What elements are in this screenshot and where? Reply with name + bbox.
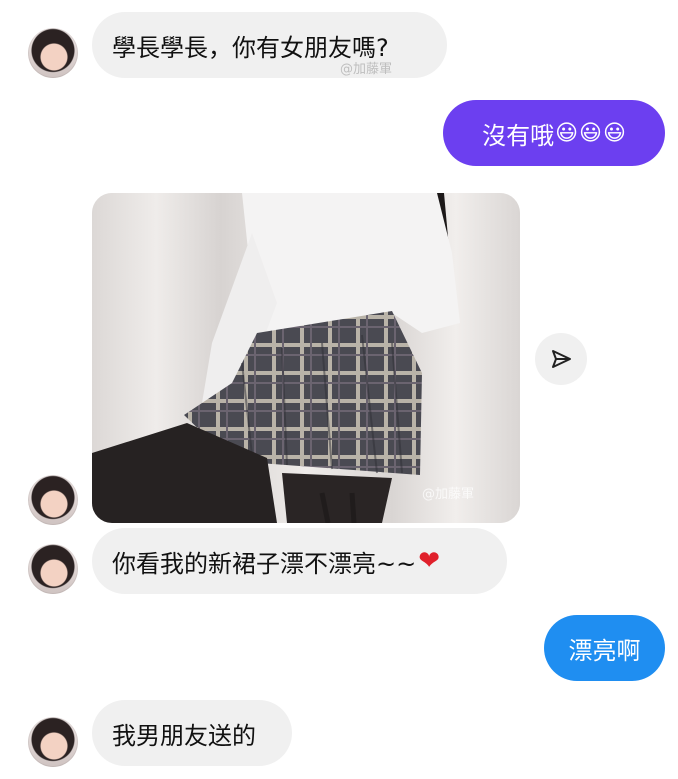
avatar[interactable] bbox=[28, 717, 78, 767]
message-text: 沒有哦 bbox=[482, 121, 555, 150]
avatar[interactable] bbox=[28, 28, 78, 78]
smile-emoji-icon: 😃 bbox=[602, 120, 626, 146]
incoming-message[interactable]: 學長學長，你有女朋友嗎? bbox=[92, 12, 447, 78]
send-icon bbox=[552, 350, 571, 368]
smile-emoji-icon: 😃 bbox=[579, 120, 602, 146]
avatar[interactable] bbox=[28, 544, 78, 594]
message-text: 我男朋友送的 bbox=[112, 721, 256, 750]
avatar[interactable] bbox=[28, 475, 78, 525]
smile-emoji-icon: 😃 bbox=[555, 120, 579, 146]
message-text: 你看我的新裙子漂不漂亮~~ bbox=[112, 549, 417, 578]
outgoing-message[interactable]: 沒有哦 😃 😃 😃 bbox=[443, 100, 665, 166]
heart-icon: ❤ bbox=[418, 546, 441, 576]
message-text: 漂亮啊 bbox=[568, 636, 641, 665]
outgoing-message[interactable]: 漂亮啊 bbox=[544, 615, 665, 681]
image-message[interactable]: @加藤軍 bbox=[92, 193, 520, 523]
watermark: @加藤軍 bbox=[340, 62, 393, 77]
watermark: @加藤軍 bbox=[422, 487, 475, 502]
photo-illustration bbox=[92, 193, 520, 523]
share-button[interactable] bbox=[535, 333, 587, 385]
incoming-message[interactable]: 我男朋友送的 bbox=[92, 700, 292, 766]
incoming-message[interactable]: 你看我的新裙子漂不漂亮~~ ❤ bbox=[92, 528, 507, 594]
